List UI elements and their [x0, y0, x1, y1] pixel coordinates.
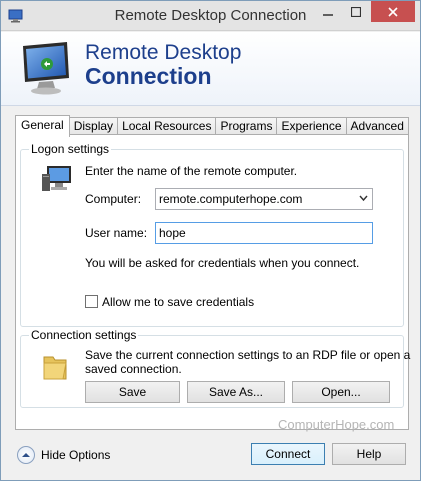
title-bar: Remote Desktop Connection [1, 1, 420, 31]
remote-desktop-monitor-icon [23, 42, 69, 95]
computer-value: remote.computerhope.com [159, 192, 303, 206]
connection-description-line1: Save the current connection settings to … [85, 348, 411, 362]
save-credentials-label[interactable]: Allow me to save credentials [102, 295, 254, 309]
close-icon [388, 6, 398, 17]
username-input[interactable] [155, 222, 373, 244]
logon-settings-legend: Logon settings [29, 142, 112, 156]
logon-settings-group: Logon settings Enter the name of the rem… [20, 142, 404, 327]
banner-title-line1: Remote Desktop [85, 41, 242, 64]
open-button[interactable]: Open... [292, 381, 390, 403]
username-label: User name: [85, 226, 148, 240]
remote-desktop-window: Remote Desktop Connection Remote Desktop… [0, 0, 421, 481]
connection-settings-group: Connection settings Save the current con… [20, 328, 410, 408]
logon-instructions: Enter the name of the remote computer. [85, 164, 298, 178]
maximize-button[interactable] [342, 1, 370, 22]
help-button[interactable]: Help [332, 443, 406, 465]
minimize-button[interactable] [314, 1, 342, 22]
computer-label: Computer: [85, 192, 142, 206]
tab-strip: General Display Local Resources Programs… [15, 115, 409, 137]
banner-title-line2: Connection [85, 63, 212, 89]
maximize-icon [351, 6, 361, 17]
connection-description-line2: saved connection. [85, 362, 182, 376]
connect-button[interactable]: Connect [251, 443, 325, 465]
minimize-icon [323, 13, 333, 16]
hide-options-toggle[interactable] [17, 446, 35, 464]
general-tab-panel: Logon settings Enter the name of the rem… [15, 134, 410, 430]
chevron-up-icon [22, 453, 30, 457]
folder-icon [43, 356, 67, 380]
tab-general[interactable]: General [15, 115, 70, 137]
close-button[interactable] [371, 1, 415, 22]
save-as-button[interactable]: Save As... [187, 381, 285, 403]
hide-options-label[interactable]: Hide Options [41, 448, 110, 462]
save-button[interactable]: Save [85, 381, 180, 403]
chevron-down-icon [359, 195, 368, 202]
connection-settings-legend: Connection settings [29, 328, 139, 342]
save-credentials-checkbox[interactable] [85, 295, 98, 308]
header-banner: Remote Desktop Connection [1, 32, 420, 106]
credentials-note: You will be asked for credentials when y… [85, 256, 360, 270]
computer-icon [42, 166, 71, 191]
computer-select[interactable]: remote.computerhope.com [155, 188, 373, 210]
watermark: ComputerHope.com [278, 417, 395, 432]
